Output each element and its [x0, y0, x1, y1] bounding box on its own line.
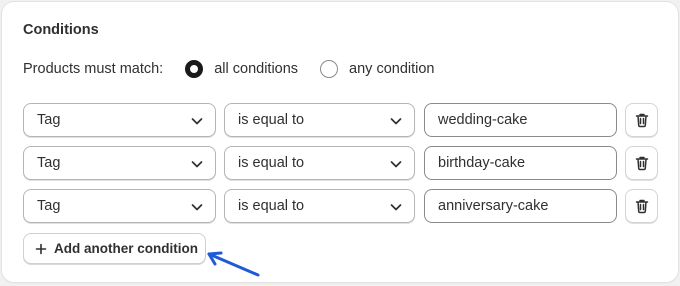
match-label: Products must match: [23, 61, 164, 77]
trash-icon [635, 113, 648, 128]
operator-select[interactable]: is equal to [224, 146, 415, 180]
field-select[interactable]: Tag [23, 103, 216, 137]
card-title: Conditions [23, 22, 99, 38]
trash-icon [635, 156, 648, 171]
operator-select[interactable]: is equal to [224, 189, 415, 223]
condition-value-input[interactable]: anniversary-cake [424, 189, 617, 223]
operator-select-value: is equal to [238, 112, 305, 128]
radio-option-all[interactable]: all conditions [185, 60, 298, 78]
field-select[interactable]: Tag [23, 146, 216, 180]
chevron-down-icon [191, 204, 203, 211]
field-select-value: Tag [37, 155, 61, 171]
radio-option-any[interactable]: any condition [320, 60, 435, 78]
add-condition-button[interactable]: Add another condition [23, 233, 206, 264]
match-selector: Products must match: all conditions any … [23, 59, 457, 79]
operator-select[interactable]: is equal to [224, 103, 415, 137]
field-select-value: Tag [37, 112, 61, 128]
chevron-down-icon [390, 161, 402, 168]
operator-select-value: is equal to [238, 198, 305, 214]
radio-any-label: any condition [349, 61, 435, 77]
condition-value-input[interactable]: birthday-cake [424, 146, 617, 180]
arrow-icon [207, 251, 260, 277]
radio-any-condition[interactable] [320, 60, 339, 78]
chevron-down-icon [191, 118, 203, 125]
condition-value-input[interactable]: wedding-cake [424, 103, 617, 137]
conditions-card: Conditions Products must match: all cond… [2, 2, 678, 282]
delete-condition-button[interactable] [625, 146, 658, 180]
radio-all-label: all conditions [214, 61, 299, 77]
plus-icon [35, 243, 47, 254]
field-select[interactable]: Tag [23, 189, 216, 223]
radio-all-conditions[interactable] [185, 60, 204, 78]
delete-condition-button[interactable] [625, 189, 658, 223]
trash-icon [635, 199, 648, 214]
chevron-down-icon [390, 118, 402, 125]
chevron-down-icon [390, 204, 402, 211]
chevron-down-icon [191, 161, 203, 168]
field-select-value: Tag [37, 198, 61, 214]
add-condition-label: Add another condition [54, 241, 198, 256]
operator-select-value: is equal to [238, 155, 305, 171]
delete-condition-button[interactable] [625, 103, 658, 137]
